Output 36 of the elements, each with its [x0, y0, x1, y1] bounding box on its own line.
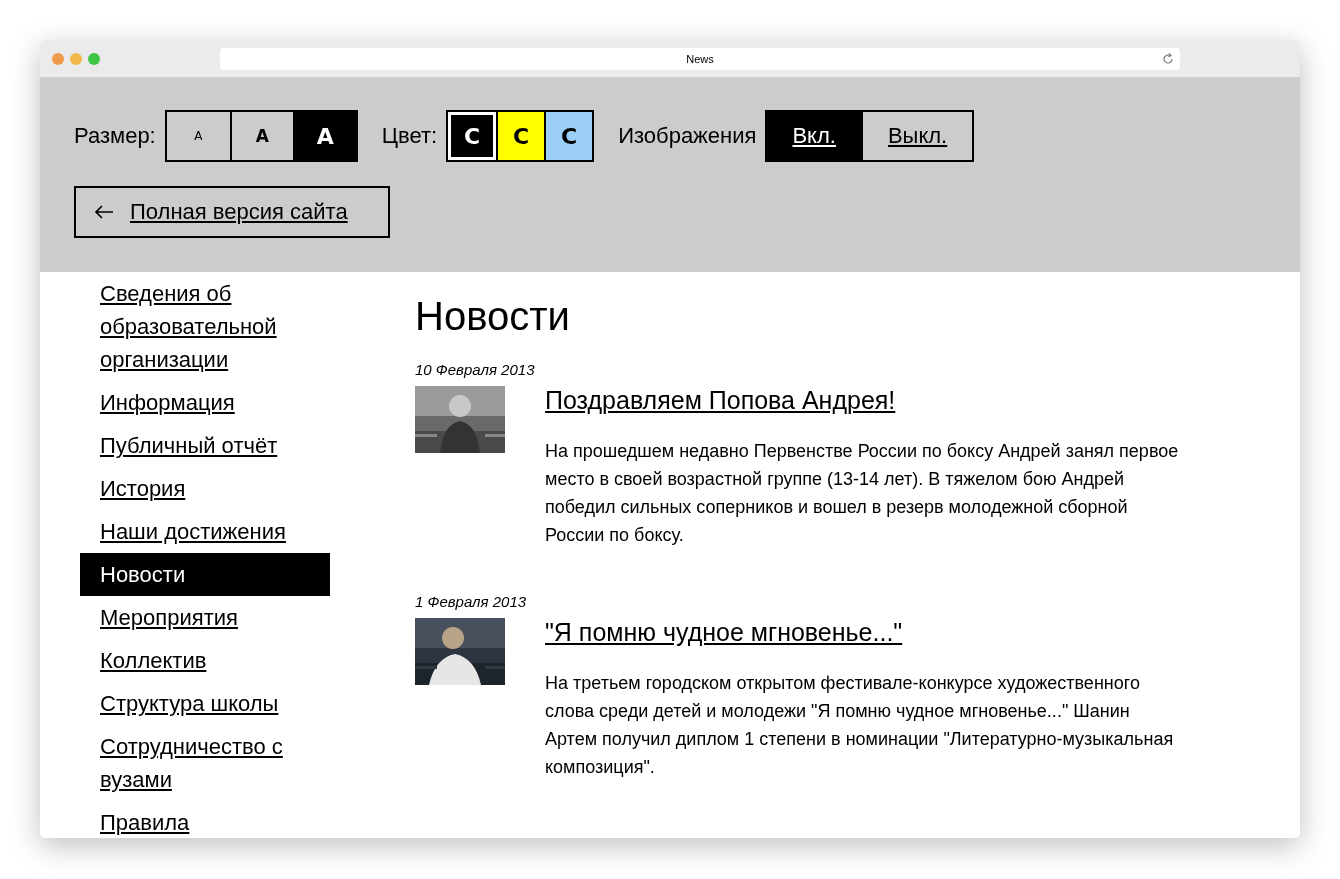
- sidebar-item[interactable]: Сведения об образовательной организации: [80, 272, 330, 381]
- sidebar-item[interactable]: Сотрудничество с вузами: [80, 725, 330, 801]
- address-bar[interactable]: News: [220, 47, 1180, 70]
- news-title-link[interactable]: Поздравляем Попова Андрея!: [545, 386, 896, 415]
- close-icon[interactable]: [52, 52, 64, 65]
- zoom-icon[interactable]: [88, 52, 100, 65]
- images-label: Изображения: [618, 123, 757, 149]
- sidebar-item[interactable]: Наши достижения: [80, 510, 330, 553]
- arrow-left-icon: [94, 205, 114, 219]
- sidebar-item[interactable]: Правила: [80, 801, 330, 838]
- window-title: News: [686, 52, 714, 65]
- color-scheme-button[interactable]: C: [544, 112, 593, 160]
- sidebar-item[interactable]: Публичный отчёт: [80, 424, 330, 467]
- sidebar-item[interactable]: Мероприятия: [80, 596, 330, 639]
- page-title: Новости: [415, 294, 571, 339]
- news-date: 1 Февраля 2013: [415, 593, 528, 610]
- images-toggle-button[interactable]: Выкл.: [860, 110, 975, 162]
- full-version-link[interactable]: Полная версия сайта: [130, 199, 348, 225]
- news-title-link[interactable]: "Я помню чудное мгновенье...": [545, 618, 903, 647]
- sidebar-item[interactable]: Структура школы: [80, 682, 330, 725]
- news-text: На третьем городском открытом фестивале-конкурсе художественного слова среди детей и молодежи "Я помню чудное мгновенье..." Шанин Артем получил диплом 1 степени в номинации "Литературно-музыкальная композиция".: [545, 672, 1175, 779]
- size-label: Размер:: [74, 123, 156, 149]
- color-label: Цвет:: [381, 123, 438, 149]
- color-scheme-button[interactable]: C: [448, 112, 497, 160]
- font-size-button[interactable]: A: [292, 112, 356, 160]
- sidebar-item[interactable]: Информация: [80, 381, 330, 424]
- sidebar-item[interactable]: Коллектив: [80, 639, 330, 682]
- images-toggle-button[interactable]: Вкл.: [765, 110, 863, 162]
- news-text: На прошедшем недавно Первенстве России по боксу Андрей занял первое место в своей возрастной группе (13-14 лет). В тяжелом бою Андрей победил сильных соперников и вошел в резерв молодежной сборной России по боксу.: [545, 440, 1180, 547]
- color-scheme-button[interactable]: C: [496, 112, 545, 160]
- news-date: 10 Февраля 2013: [415, 361, 536, 378]
- sidebar-item[interactable]: Новости: [80, 553, 330, 596]
- sidebar-item[interactable]: История: [80, 467, 330, 510]
- reload-icon[interactable]: [1162, 52, 1174, 65]
- minimize-icon[interactable]: [70, 52, 82, 65]
- full-version-button[interactable]: Полная версия сайта: [74, 186, 390, 238]
